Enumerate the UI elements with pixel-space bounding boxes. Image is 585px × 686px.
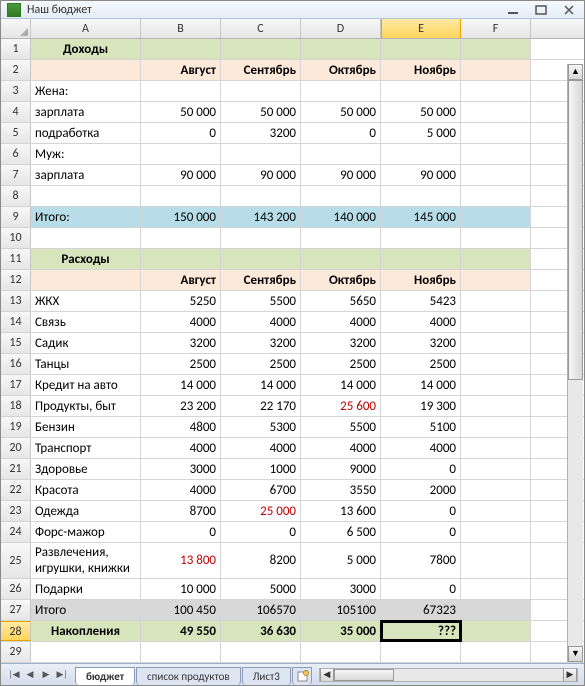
table-row: 17 Кредит на авто 14 000 14 000 14 000 1…: [1, 375, 584, 396]
month-oct[interactable]: Октябрь: [301, 60, 381, 80]
table-row: 1 Доходы: [1, 39, 584, 60]
col-header-A[interactable]: A: [31, 19, 141, 38]
active-cell[interactable]: ???: [381, 621, 461, 641]
spreadsheet-grid[interactable]: A B C D E F 1 Доходы: [1, 19, 584, 663]
month-aug[interactable]: Август: [141, 60, 221, 80]
row-header[interactable]: 1: [1, 39, 31, 59]
hscroll-thumb[interactable]: [334, 669, 394, 681]
savings-row: 28 Накопления 49 550 36 630 35 000 ???: [1, 621, 584, 642]
col-header-D[interactable]: D: [301, 19, 381, 38]
table-row: 11 Расходы: [1, 249, 584, 270]
scroll-left-icon[interactable]: ◀: [320, 669, 334, 681]
table-row: 21 Здоровье 3000 1000 9000 0: [1, 459, 584, 480]
col-header-E[interactable]: E: [381, 19, 461, 38]
table-row: 18 Продукты, быт 23 200 22 170 25 600 19…: [1, 396, 584, 417]
table-row: 8: [1, 186, 584, 207]
table-row: 6 Муж:: [1, 144, 584, 165]
vertical-scrollbar[interactable]: ▲ ▼: [567, 64, 583, 662]
table-row: 13 ЖКХ 5250 5500 5650 5423: [1, 291, 584, 312]
row-header[interactable]: 29: [1, 642, 31, 662]
tab-nav-next-icon[interactable]: ▶: [39, 668, 53, 682]
row-header[interactable]: 12: [1, 270, 31, 290]
window-title: Наш бюджет: [27, 3, 504, 17]
minimize-button[interactable]: [504, 3, 522, 17]
table-row: 19 Бензин 4800 5300 5500 5100: [1, 417, 584, 438]
row-header[interactable]: 25: [1, 543, 31, 578]
row-header[interactable]: 3: [1, 81, 31, 101]
row-header[interactable]: 26: [1, 579, 31, 599]
horizontal-scrollbar[interactable]: ◀ ▶: [319, 668, 578, 682]
row-header[interactable]: 4: [1, 102, 31, 122]
row-header[interactable]: 21: [1, 459, 31, 479]
row-header[interactable]: 9: [1, 207, 31, 227]
row-header[interactable]: 18: [1, 396, 31, 416]
sheet-tab-sheet3[interactable]: Лист3: [242, 667, 291, 685]
expense-total-row: 27 Итого 100 450 106570 105100 67323: [1, 600, 584, 621]
month-sep[interactable]: Сентябрь: [221, 60, 301, 80]
row-header[interactable]: 2: [1, 60, 31, 80]
table-row: 16 Танцы 2500 2500 2500 2500: [1, 354, 584, 375]
row-header[interactable]: 28: [1, 621, 31, 641]
tab-nav-first-icon[interactable]: |◀: [7, 668, 21, 682]
table-row: 14 Связь 4000 4000 4000 4000: [1, 312, 584, 333]
row-header[interactable]: 6: [1, 144, 31, 164]
select-all-corner[interactable]: [1, 19, 31, 38]
scroll-right-icon[interactable]: ▶: [563, 669, 577, 681]
row-header[interactable]: 10: [1, 228, 31, 248]
table-row: 29: [1, 642, 584, 663]
table-row: 20 Транспорт 4000 4000 4000 4000: [1, 438, 584, 459]
expense-section-header[interactable]: Расходы: [31, 249, 141, 269]
table-row: 4 зарплата 50 000 50 000 50 000 50 000: [1, 102, 584, 123]
row-header[interactable]: 20: [1, 438, 31, 458]
table-row: 10: [1, 228, 584, 249]
sheet-tab-strip: |◀ ◀ ▶ ▶| бюджет список продуктов Лист3 …: [1, 663, 584, 685]
wife-label[interactable]: Жена:: [31, 81, 141, 101]
maximize-button[interactable]: [532, 3, 550, 17]
close-button[interactable]: [560, 3, 578, 17]
col-header-B[interactable]: B: [141, 19, 221, 38]
row-header[interactable]: 24: [1, 522, 31, 542]
sheet-tab-products[interactable]: список продуктов: [136, 667, 241, 685]
tab-nav-prev-icon[interactable]: ◀: [23, 668, 37, 682]
rows-container: 1 Доходы 2 Август Сентябрь Октябрь Ноябр…: [1, 39, 584, 663]
income-section-header[interactable]: Доходы: [31, 39, 141, 59]
table-row: 3 Жена:: [1, 81, 584, 102]
column-headers: A B C D E F: [1, 19, 584, 39]
table-row: 12 Август Сентябрь Октябрь Ноябрь: [1, 270, 584, 291]
row-header[interactable]: 7: [1, 165, 31, 185]
income-total-row: 9 Итого: 150 000 143 200 140 000 145 000: [1, 207, 584, 228]
table-row: 5 подработка 0 3200 0 5 000: [1, 123, 584, 144]
new-sheet-button[interactable]: [292, 667, 312, 685]
table-row: 7 зарплата 90 000 90 000 90 000 90 000: [1, 165, 584, 186]
month-nov[interactable]: Ноябрь: [381, 60, 461, 80]
row-header[interactable]: 5: [1, 123, 31, 143]
sheet-tab-budget[interactable]: бюджет: [75, 667, 135, 685]
table-row: 25 Развлечения, игрушки, книжки 13 800 8…: [1, 543, 584, 579]
row-header[interactable]: 17: [1, 375, 31, 395]
row-header[interactable]: 22: [1, 480, 31, 500]
scroll-up-icon[interactable]: ▲: [568, 64, 583, 80]
table-row: 15 Садик 3200 3200 3200 3200: [1, 333, 584, 354]
row-header[interactable]: 19: [1, 417, 31, 437]
tab-nav-last-icon[interactable]: ▶|: [55, 668, 69, 682]
table-row: 22 Красота 4000 6700 3550 2000: [1, 480, 584, 501]
col-header-F[interactable]: F: [461, 19, 531, 38]
row-header[interactable]: 23: [1, 501, 31, 521]
row-header[interactable]: 27: [1, 600, 31, 620]
row-header[interactable]: 15: [1, 333, 31, 353]
table-row: 24 Форс-мажор 0 0 6 500 0: [1, 522, 584, 543]
row-header[interactable]: 11: [1, 249, 31, 269]
col-header-C[interactable]: C: [221, 19, 301, 38]
row-header[interactable]: 8: [1, 186, 31, 206]
scroll-down-icon[interactable]: ▼: [568, 646, 583, 662]
table-row: 23 Одежда 8700 25 000 13 600 0: [1, 501, 584, 522]
row-header[interactable]: 13: [1, 291, 31, 311]
app-icon: [7, 3, 21, 17]
titlebar: Наш бюджет: [1, 1, 584, 19]
table-row: 26 Подарки 10 000 5000 3000 0: [1, 579, 584, 600]
row-header[interactable]: 16: [1, 354, 31, 374]
table-row: 2 Август Сентябрь Октябрь Ноябрь: [1, 60, 584, 81]
row-header[interactable]: 14: [1, 312, 31, 332]
scroll-thumb[interactable]: [568, 80, 583, 380]
